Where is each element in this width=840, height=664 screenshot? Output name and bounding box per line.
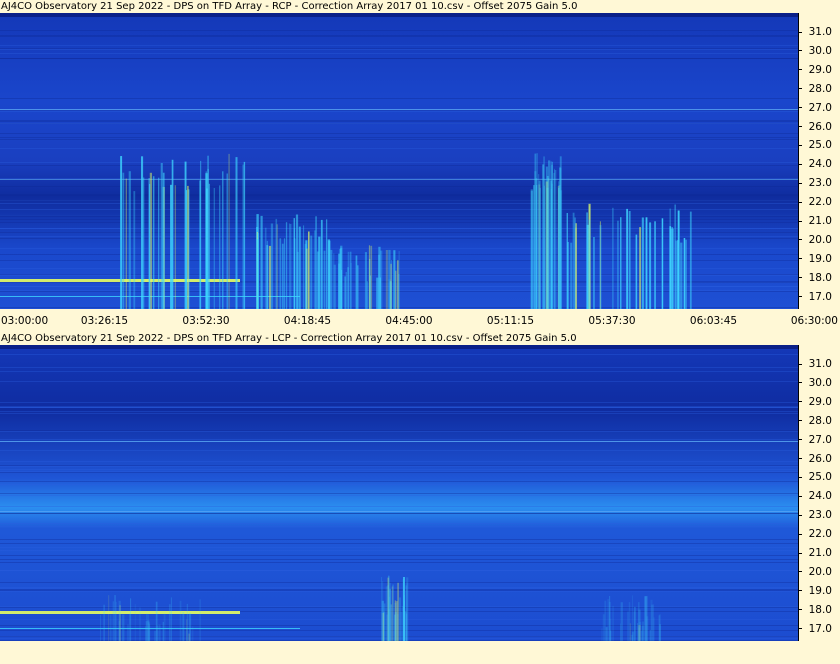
frequency-axis-lcp: 31.0 30.0 29.0 28.0 27.0 26.0 25.0 24.0 23.0 22.0… (798, 345, 840, 641)
freq-tick-label: 19.0 (798, 253, 840, 265)
freq-tick-label: 25.0 (798, 139, 840, 151)
freq-tick-label: 25.0 (798, 471, 840, 483)
time-tick-label: 06:30:00 (790, 315, 838, 327)
frequency-axis-rcp: 31.0 30.0 29.0 28.0 27.0 26.0 25.0 24.0 23.0 22.0… (798, 13, 840, 309)
freq-tick-label: 30.0 (798, 377, 840, 389)
freq-tick-label: 22.0 (798, 196, 840, 208)
freq-tick-label: 31.0 (798, 26, 840, 38)
panel-title-rcp: AJ4CO Observatory 21 Sep 2022 - DPS on T… (0, 0, 840, 13)
freq-tick-label: 18.0 (798, 604, 840, 616)
freq-tick-label: 20.0 (798, 566, 840, 578)
time-tick-label: 06:03:45 (689, 315, 738, 327)
freq-tick-label: 19.0 (798, 585, 840, 597)
freq-tick-label: 23.0 (798, 177, 840, 189)
time-axis: 03:00:00 03:26:15 03:52:30 04:18:45 04:45:00… (0, 312, 840, 332)
freq-tick-label: 29.0 (798, 396, 840, 408)
freq-tick-label: 28.0 (798, 83, 840, 95)
time-tick-label: 05:37:30 (588, 315, 636, 327)
time-tick-label: 03:26:15 (80, 315, 129, 327)
spectrogram-image (0, 13, 798, 309)
freq-tick-label: 27.0 (798, 102, 840, 114)
freq-tick-label: 21.0 (798, 547, 840, 559)
spectrogram-lcp[interactable] (0, 345, 798, 641)
time-tick-label: 04:45:00 (385, 315, 433, 327)
freq-tick-label: 26.0 (798, 453, 840, 465)
freq-tick-label: 22.0 (798, 528, 840, 540)
freq-tick-label: 26.0 (798, 121, 840, 133)
freq-tick-label: 30.0 (798, 45, 840, 57)
time-tick-label: 03:52:30 (182, 315, 230, 327)
spectrogram-image (0, 345, 798, 641)
panel-title-lcp: AJ4CO Observatory 21 Sep 2022 - DPS on T… (0, 332, 840, 345)
freq-tick-label: 28.0 (798, 415, 840, 427)
freq-tick-label: 29.0 (798, 64, 840, 76)
freq-tick-label: 24.0 (798, 490, 840, 502)
status-strip (0, 641, 840, 664)
freq-tick-label: 24.0 (798, 158, 840, 170)
freq-tick-label: 20.0 (798, 234, 840, 246)
freq-tick-label: 17.0 (798, 623, 840, 635)
freq-tick-label: 27.0 (798, 434, 840, 446)
time-tick-label: 03:00:00 (1, 315, 49, 327)
freq-tick-label: 31.0 (798, 358, 840, 370)
freq-tick-label: 18.0 (798, 272, 840, 284)
freq-tick-label: 21.0 (798, 215, 840, 227)
freq-tick-label: 17.0 (798, 291, 840, 303)
spectrogram-rcp[interactable] (0, 13, 798, 309)
freq-tick-label: 23.0 (798, 509, 840, 521)
time-tick-label: 04:18:45 (283, 315, 332, 327)
time-tick-label: 05:11:15 (486, 315, 535, 327)
